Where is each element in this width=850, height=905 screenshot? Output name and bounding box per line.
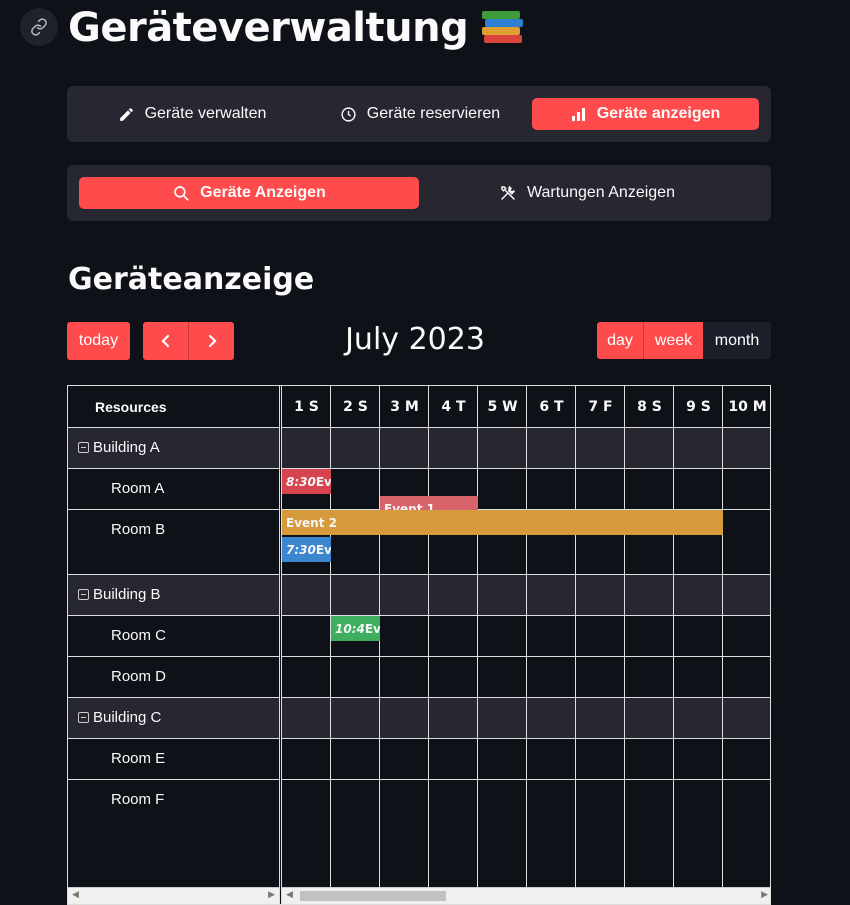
- nav-geraete-anzeigen-sub[interactable]: Geräte Anzeigen: [79, 177, 419, 209]
- resource-label: Room E: [111, 738, 165, 779]
- section-title: Geräteanzeige: [68, 262, 315, 297]
- day-divider: [379, 386, 380, 904]
- collapse-icon[interactable]: [78, 442, 89, 453]
- day-header: 8 S: [637, 398, 662, 415]
- resource-label-text: Room C: [111, 627, 167, 644]
- main-nav: Geräte verwalten Geräte reservieren Gerä…: [67, 86, 771, 142]
- nav-geraete-anzeigen[interactable]: Geräte anzeigen: [532, 98, 759, 130]
- resource-label: Room C: [111, 615, 166, 656]
- resource-label-text: Building C: [93, 709, 162, 726]
- row-divider: [68, 779, 279, 780]
- row-divider: [68, 615, 279, 616]
- bar-chart-icon: [571, 108, 585, 121]
- resource-label: Room B: [111, 509, 165, 550]
- day-header: 10 M: [728, 398, 767, 415]
- nav-geraete-reservieren[interactable]: Geräte reservieren: [325, 98, 515, 130]
- books-icon: [480, 9, 524, 47]
- resource-group-label[interactable]: Building C: [78, 697, 161, 738]
- pencil-icon: [119, 107, 133, 121]
- day-header: 1 S: [294, 398, 319, 415]
- nav-label: Geräte anzeigen: [596, 105, 721, 122]
- page-title-text: Geräteverwaltung: [68, 4, 469, 51]
- calendar-event[interactable]: 8:30 Ev: [282, 469, 331, 494]
- resource-group-label[interactable]: Building A: [78, 427, 160, 468]
- next-button[interactable]: [189, 322, 234, 360]
- event-title: Ev: [364, 621, 380, 636]
- calendar-title: July 2023: [345, 322, 485, 357]
- day-header: 9 S: [686, 398, 711, 415]
- resource-label: Room F: [111, 779, 164, 820]
- calendar-event[interactable]: 10:4 Ev: [331, 616, 380, 641]
- anchor-link-button[interactable]: [20, 8, 58, 46]
- event-title: Event 2: [286, 515, 337, 530]
- day-divider: [330, 386, 331, 904]
- resource-column: Resources Building A Room A Room B Building…: [68, 386, 280, 904]
- resource-timeline: Resources Building A Room A Room B Building…: [67, 385, 771, 905]
- resource-scrollbar[interactable]: ◀ ▶: [68, 887, 279, 904]
- nav-label: Geräte verwalten: [144, 105, 267, 122]
- chevron-right-icon: [208, 334, 217, 348]
- event-time: 10:4: [335, 621, 365, 636]
- clock-icon: [341, 106, 356, 122]
- prev-button[interactable]: [143, 322, 189, 360]
- row-divider: [68, 509, 279, 510]
- row-divider: [68, 468, 279, 469]
- event-time: 8:30: [286, 474, 316, 489]
- view-month-button[interactable]: month: [703, 322, 771, 359]
- resource-label-text: Room A: [111, 480, 165, 497]
- day-header: 3 M: [390, 398, 419, 415]
- view-day-button[interactable]: day: [597, 322, 644, 359]
- nav-label: Wartungen Anzeigen: [527, 184, 675, 201]
- day-divider: [575, 386, 576, 904]
- resource-label-text: Room E: [111, 750, 166, 767]
- resource-label-text: Room D: [111, 668, 167, 685]
- link-icon: [31, 18, 47, 36]
- day-divider: [477, 386, 478, 904]
- timeline-scrollbar[interactable]: ◀ ▶: [282, 887, 770, 904]
- today-button[interactable]: today: [67, 322, 130, 360]
- event-title: Ev: [315, 542, 331, 557]
- resource-label: Room D: [111, 656, 166, 697]
- day-divider: [428, 386, 429, 904]
- resource-label: Room A: [111, 468, 164, 509]
- resource-label-text: Room F: [111, 791, 165, 808]
- nav-geraete-verwalten[interactable]: Geräte verwalten: [107, 98, 277, 130]
- nav-label: Geräte reservieren: [366, 105, 501, 122]
- day-header: 5 W: [487, 398, 518, 415]
- collapse-icon[interactable]: [78, 589, 89, 600]
- day-header: 4 T: [441, 398, 466, 415]
- tools-icon: [501, 185, 516, 200]
- search-icon: [174, 186, 189, 201]
- day-divider: [722, 386, 723, 904]
- day-divider: [624, 386, 625, 904]
- day-divider: [526, 386, 527, 904]
- nav-label: Geräte Anzeigen: [200, 184, 326, 201]
- nav-wartungen-anzeigen[interactable]: Wartungen Anzeigen: [487, 177, 687, 209]
- row-divider: [68, 738, 279, 739]
- resources-header: Resources: [95, 398, 167, 415]
- sub-nav: Geräte Anzeigen Wartungen Anzeigen: [67, 165, 771, 221]
- row-divider: [68, 656, 279, 657]
- event-title: Ev: [315, 474, 331, 489]
- day-header: 7 F: [588, 398, 613, 415]
- collapse-icon[interactable]: [78, 712, 89, 723]
- day-divider: [673, 386, 674, 904]
- calendar-event[interactable]: Event 2: [282, 510, 723, 535]
- page-title: Geräteverwaltung: [68, 0, 524, 55]
- view-week-button[interactable]: week: [644, 322, 703, 359]
- scrollbar-thumb[interactable]: [300, 891, 446, 901]
- resource-group-label[interactable]: Building B: [78, 574, 161, 615]
- resource-label-text: Building A: [93, 439, 160, 456]
- calendar-event[interactable]: 7:30 Ev: [282, 537, 331, 562]
- resource-label-text: Room B: [111, 521, 166, 538]
- day-header: 6 T: [539, 398, 564, 415]
- timeline-grid: 1 S2 S3 M4 T5 W6 T7 F8 S9 S 10 M 8:30 Ev Ev…: [281, 386, 770, 904]
- day-header: 2 S: [343, 398, 368, 415]
- chevron-left-icon: [160, 334, 169, 348]
- event-time: 7:30: [286, 542, 316, 557]
- resource-label-text: Building B: [93, 586, 161, 603]
